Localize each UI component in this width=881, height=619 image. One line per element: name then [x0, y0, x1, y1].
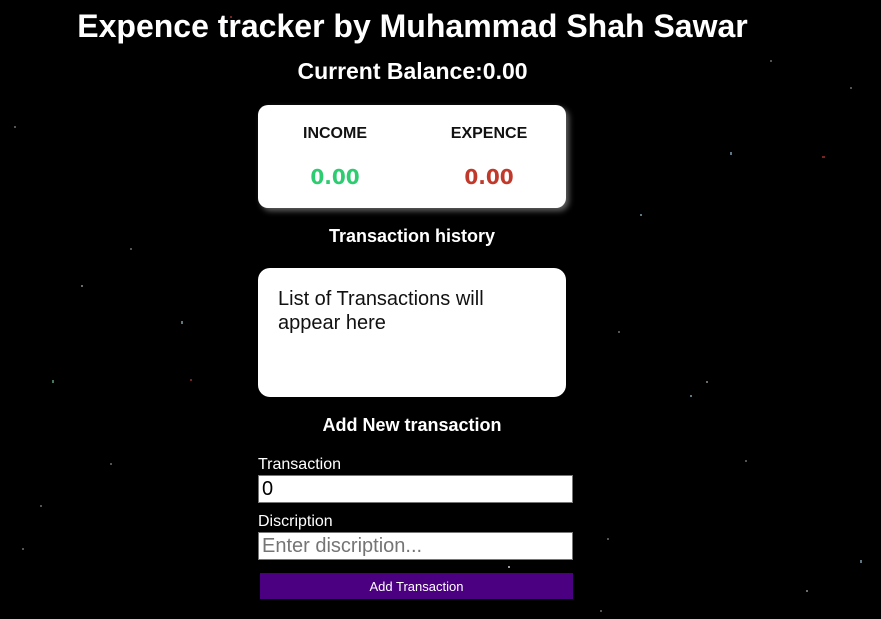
expense-value: 0.00 — [464, 165, 514, 189]
transaction-amount-input[interactable] — [258, 475, 573, 503]
app-title: Expence tracker by Muhammad Shah Sawar — [77, 8, 748, 44]
transaction-list-placeholder: List of Transactions will appear here — [278, 288, 484, 334]
description-label: Discription — [258, 513, 333, 530]
add-transaction-heading: Add New transaction — [322, 415, 502, 435]
transaction-history-list: List of Transactions will appear here — [258, 268, 566, 397]
description-input[interactable] — [258, 532, 573, 560]
income-expense-summary-card: INCOME 0.00 EXPENCE 0.00 — [258, 105, 566, 208]
current-balance: Current Balance:0.00 — [0, 58, 825, 85]
income-label: INCOME — [303, 125, 367, 142]
income-value: 0.00 — [310, 165, 360, 189]
balance-value: 0.00 — [482, 58, 528, 84]
balance-label: Current Balance: — [297, 58, 483, 84]
transaction-amount-label: Transaction — [258, 456, 341, 473]
add-transaction-button[interactable]: Add Transaction — [260, 573, 573, 599]
transaction-history-heading: Transaction history — [328, 226, 496, 246]
expense-label: EXPENCE — [450, 125, 528, 142]
